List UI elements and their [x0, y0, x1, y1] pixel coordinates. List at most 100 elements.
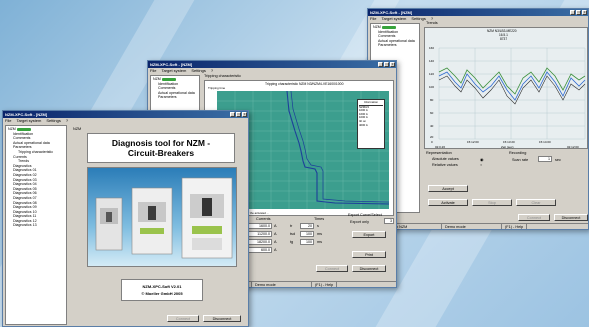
window-title: NZM-XPC-Soft - [NZM] [150, 62, 193, 67]
minimize-icon[interactable]: _ [378, 62, 383, 67]
times-header: Times [314, 217, 325, 221]
y-tick: 40 [430, 124, 434, 128]
legend-item: 4000 A [359, 122, 368, 127]
menu-bar: File Target system Settings ? [3, 118, 248, 124]
row-time-value[interactable]: 20 [300, 223, 314, 229]
maximize-icon[interactable]: □ [236, 112, 241, 117]
connection-plug-icon [161, 77, 176, 81]
export-button[interactable]: Export [352, 231, 386, 238]
connect-button[interactable]: Connect [316, 265, 348, 272]
x-tick: 15:14:00 [539, 140, 551, 144]
print-button[interactable]: Print [352, 251, 386, 258]
version-info-box: NZM-XPC-Soft V2.01 © Moeller GmbH 2005 [121, 279, 203, 301]
main-window: NZM-XPC-Soft - [NZM] _ □ × File Target sys… [2, 110, 249, 327]
row-time-unit: ms [317, 240, 323, 244]
title-bar: NZM-XPC-Soft - [NZM] _ □ × [3, 111, 248, 118]
relative-values-label: Relative values [432, 163, 458, 167]
status-bar: Connection with NZM Demo mode (F1) - Hel… [368, 223, 588, 229]
disconnect-button[interactable]: Disconnect [352, 265, 386, 272]
y-tick: 20 [430, 135, 434, 139]
menu-settings[interactable]: Settings [411, 16, 425, 22]
y-tick: 60 [430, 111, 434, 115]
minimize-icon[interactable]: _ [570, 10, 575, 15]
menu-target-system[interactable]: Target system [161, 68, 186, 74]
minimize-icon[interactable]: _ [230, 112, 235, 117]
menu-file[interactable]: File [5, 118, 11, 124]
tree-item-diagnostics-13[interactable]: Diagnostics 13 [8, 223, 64, 228]
menu-target-system[interactable]: Target system [381, 16, 406, 22]
status-help: (F1) - Help [502, 224, 528, 229]
version-label: NZM-XPC-Soft V2.01 [142, 284, 182, 289]
menu-file[interactable]: File [370, 16, 376, 22]
circuit-breakers-illustration [95, 177, 233, 259]
close-icon[interactable]: × [390, 62, 395, 67]
status-help: (F1) - Help [312, 282, 338, 287]
activate-button[interactable]: Activate [428, 199, 468, 206]
recording-header: Recording [509, 151, 527, 155]
trends-chart: NZM N3/LB3-ME220 16.5.1 8737 160 140 120… [424, 27, 588, 149]
scan-rate-unit: sec [555, 158, 561, 162]
close-icon[interactable]: × [582, 10, 587, 15]
export-header: Export Curve/Select [348, 213, 382, 217]
chart-info-legend: Information NZM3/4 1000 A 1600 A 1000 A … [357, 99, 385, 149]
accept-button[interactable]: Accept [428, 185, 468, 192]
scan-rate-input[interactable]: 1 [538, 156, 552, 162]
menu-bar: File Target system Settings ? [368, 16, 588, 22]
tree-item-parameters[interactable]: Parameters [373, 43, 417, 48]
disconnect-button[interactable]: Disconnect [554, 214, 588, 221]
y-tick: 160 [429, 46, 435, 50]
connection-plug-icon [381, 25, 396, 29]
close-icon[interactable]: × [242, 112, 247, 117]
row-current-value[interactable]: 11200.0 [248, 231, 272, 237]
y-tick: 120 [429, 72, 435, 76]
connect-button[interactable]: Connect [167, 315, 199, 322]
panel-title: NZM [73, 127, 82, 131]
row-unit: A [274, 232, 277, 236]
trend-series-2 [438, 71, 586, 101]
trends-window: NZM-XPC-Soft - [NZM] _ □ × File Target sys… [367, 8, 589, 230]
x-tick: 15:12:00 [467, 140, 479, 144]
row-time-label: tsd [290, 232, 296, 236]
row-current-value[interactable]: 1600.0 [248, 223, 272, 229]
maximize-icon[interactable]: □ [384, 62, 389, 67]
title-bar: NZM-XPC-Soft - [NZM] _ □ × [368, 9, 588, 16]
export-points-label: Export only [350, 220, 369, 224]
disconnect-button[interactable]: Disconnect [203, 315, 241, 322]
connect-button[interactable]: Connect [518, 214, 550, 221]
stop-button[interactable]: Stop [472, 199, 512, 206]
y-tick: 80 [430, 98, 434, 102]
window-title: NZM-XPC-Soft - [NZM] [370, 10, 413, 15]
product-image [87, 167, 237, 267]
headline-box: Diagnosis tool for NZM - Circuit-Breaker… [87, 133, 235, 163]
row-time-label: tr [290, 224, 293, 228]
headline-line: Circuit-Breakers [127, 148, 195, 158]
clear-button[interactable]: Clear [516, 199, 556, 206]
x-axis-label: Zeit (sec) [501, 145, 514, 149]
connection-plug-icon [16, 127, 31, 131]
menu-settings[interactable]: Settings [46, 118, 60, 124]
navigation-tree: NZM Identification Comments Actual opera… [5, 125, 67, 325]
absolute-radio[interactable]: ◉ [480, 157, 483, 162]
x-tick: 15:13:20 [503, 140, 515, 144]
row-time-value[interactable]: 100 [300, 239, 314, 245]
x-tick: 02:12:00 [567, 145, 579, 149]
table-row: ✓ Ir 1600.0 A tr 20 s [234, 223, 346, 231]
menu-file[interactable]: File [150, 68, 156, 74]
trend-series-1 [438, 67, 586, 95]
title-bar: NZM-XPC-Soft - [NZM] _ □ × [148, 61, 396, 68]
export-points-input[interactable]: 3 [384, 218, 394, 224]
maximize-icon[interactable]: □ [576, 10, 581, 15]
row-current-value[interactable]: 600.0 [248, 247, 272, 253]
settings-table: ✓ Ir 1600.0 A tr 20 s ✓ Isd 11200.0 A ts… [234, 223, 346, 255]
row-time-unit: s [317, 224, 319, 228]
row-unit: A [274, 248, 277, 252]
x-tick: 02:0.26 [435, 145, 446, 149]
relative-radio[interactable]: ○ [480, 163, 482, 167]
row-current-value[interactable]: 18200.0 [248, 239, 272, 245]
representation-header: Representation [426, 151, 452, 155]
window-title: NZM-XPC-Soft - [NZM] [5, 112, 48, 117]
tree-item-parameters[interactable]: Parameters [153, 95, 197, 100]
menu-target-system[interactable]: Target system [16, 118, 41, 124]
row-time-value[interactable]: 100 [300, 231, 314, 237]
menu-help[interactable]: ? [66, 118, 68, 124]
